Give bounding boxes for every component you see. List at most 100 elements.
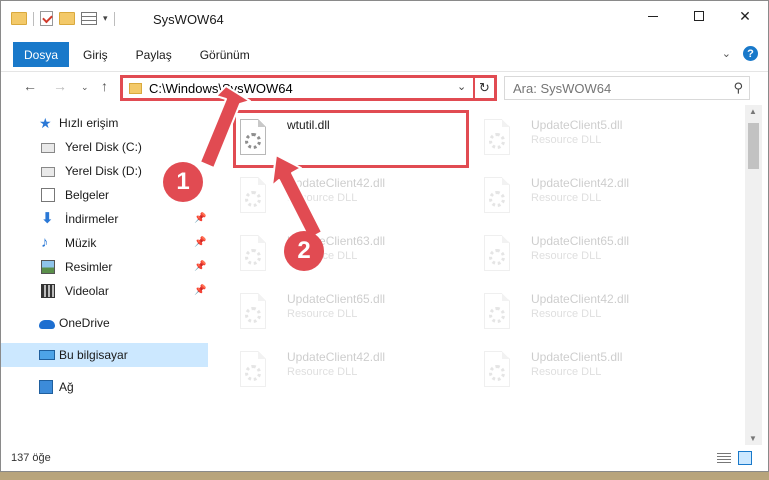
dll-file-icon bbox=[237, 177, 269, 217]
tab-home[interactable]: Giriş bbox=[69, 42, 122, 67]
toolbar-divider bbox=[33, 11, 34, 26]
music-icon: ♪ bbox=[41, 234, 49, 251]
tab-view[interactable]: Görünüm bbox=[186, 42, 264, 67]
tab-share[interactable]: Paylaş bbox=[122, 42, 186, 67]
recent-locations-chevron-icon[interactable]: ⌄ bbox=[81, 82, 89, 93]
help-icon[interactable]: ? bbox=[743, 46, 758, 61]
dll-file-icon bbox=[237, 235, 269, 275]
maximize-icon bbox=[694, 11, 704, 21]
videos-icon bbox=[41, 284, 55, 298]
list-item[interactable]: UpdateClient65.dll Resource DLL bbox=[481, 229, 711, 279]
customize-toolbar-chevron-icon[interactable]: ▾ bbox=[103, 13, 108, 24]
sidebar-item-pictures[interactable]: Resimler 📌 bbox=[1, 255, 208, 279]
search-icon[interactable]: ⚲ bbox=[733, 80, 743, 96]
dll-file-icon bbox=[481, 293, 513, 333]
title-bar: ▾ SysWOW64 ✕ bbox=[1, 1, 768, 39]
properties-icon[interactable] bbox=[81, 12, 97, 25]
list-item[interactable]: UpdateClient42.dll Resource DLL bbox=[237, 171, 467, 221]
expand-ribbon-chevron-icon[interactable]: ⌄ bbox=[722, 47, 731, 60]
sidebar-item-local-disk-c[interactable]: Yerel Disk (C:) bbox=[1, 135, 208, 159]
file-type: Resource DLL bbox=[531, 134, 602, 146]
list-item[interactable]: UpdateClient63.dll Resource DLL bbox=[237, 229, 467, 279]
file-name: UpdateClient42.dll bbox=[531, 176, 630, 190]
file-name: UpdateClient5.dll bbox=[531, 118, 623, 132]
new-folder-icon[interactable] bbox=[59, 12, 75, 25]
file-list: wtutil.dll UpdateClient5.dll Resource DL… bbox=[209, 105, 745, 445]
sidebar-item-downloads[interactable]: ⬇ İndirmeler 📌 bbox=[1, 207, 208, 231]
sidebar-item-label: Bu bilgisayar bbox=[59, 348, 128, 362]
address-dropdown-chevron-icon[interactable]: ⌄ bbox=[457, 80, 466, 93]
file-name: UpdateClient42.dll bbox=[287, 176, 386, 190]
dll-file-icon bbox=[237, 293, 269, 333]
sidebar-item-this-pc[interactable]: Bu bilgisayar bbox=[1, 343, 208, 367]
refresh-icon[interactable]: ↻ bbox=[473, 75, 494, 101]
dll-file-icon bbox=[481, 235, 513, 275]
explorer-window: ▾ SysWOW64 ✕ Dosya Giriş Paylaş Görünüm … bbox=[0, 0, 769, 472]
list-item[interactable]: UpdateClient5.dll Resource DLL bbox=[481, 113, 711, 163]
file-type: Resource DLL bbox=[287, 308, 358, 320]
up-arrow-icon[interactable]: ↑ bbox=[101, 78, 108, 94]
close-icon: ✕ bbox=[739, 7, 751, 24]
sidebar-item-quick-access[interactable]: ★ Hızlı erişim bbox=[1, 111, 208, 135]
details-view-icon[interactable] bbox=[717, 453, 731, 464]
list-item[interactable]: UpdateClient42.dll Resource DLL bbox=[237, 345, 467, 395]
ribbon-tabs: Dosya Giriş Paylaş Görünüm ⌄ ? bbox=[1, 42, 768, 67]
sidebar-item-network[interactable]: Ağ bbox=[1, 375, 208, 399]
search-box[interactable]: ⚲ bbox=[504, 76, 750, 100]
folder-icon bbox=[11, 12, 27, 25]
properties-check-icon[interactable] bbox=[40, 11, 53, 26]
file-name: UpdateClient42.dll bbox=[287, 350, 386, 364]
large-icons-view-icon[interactable] bbox=[738, 451, 752, 465]
list-item[interactable]: UpdateClient5.dll Resource DLL bbox=[481, 345, 711, 395]
vertical-scrollbar[interactable]: ▲ ▼ bbox=[745, 105, 762, 445]
file-type: Resource DLL bbox=[287, 366, 358, 378]
tab-file[interactable]: Dosya bbox=[13, 42, 69, 67]
callout-step-1: 1 bbox=[163, 162, 203, 202]
sidebar-item-music[interactable]: ♪ Müzik 📌 bbox=[1, 231, 208, 255]
status-bar: 137 öğe bbox=[1, 445, 768, 471]
callout-step-2: 2 bbox=[284, 231, 324, 271]
scroll-up-icon[interactable]: ▲ bbox=[749, 107, 757, 116]
file-type: Resource DLL bbox=[531, 366, 602, 378]
forward-arrow-icon[interactable]: → bbox=[53, 78, 67, 94]
navigation-bar: ← → ⌄ ↑ C:\Windows\SysWOW64 ⌄ ↻ ⚲ bbox=[1, 71, 768, 103]
search-input[interactable] bbox=[505, 77, 715, 99]
window-title: SysWOW64 bbox=[153, 12, 224, 27]
file-name: UpdateClient5.dll bbox=[531, 350, 623, 364]
file-type: Resource DLL bbox=[287, 192, 358, 204]
navigation-pane: ★ Hızlı erişim Yerel Disk (C:) Yerel Dis… bbox=[1, 105, 208, 445]
minimize-icon bbox=[648, 15, 658, 17]
pin-icon[interactable]: 📌 bbox=[194, 261, 206, 272]
scroll-down-icon[interactable]: ▼ bbox=[749, 434, 757, 443]
sidebar-item-label: İndirmeler bbox=[65, 212, 119, 226]
pin-icon[interactable]: 📌 bbox=[194, 237, 206, 248]
file-type: Resource DLL bbox=[531, 192, 602, 204]
list-item[interactable]: UpdateClient65.dll Resource DLL bbox=[237, 287, 467, 337]
address-bar[interactable]: C:\Windows\SysWOW64 ⌄ ↻ bbox=[120, 75, 497, 101]
quick-access-toolbar: ▾ bbox=[11, 11, 115, 26]
folder-icon bbox=[129, 83, 142, 94]
file-highlight-box bbox=[233, 110, 469, 168]
dll-file-icon bbox=[481, 119, 513, 159]
sidebar-item-onedrive[interactable]: OneDrive bbox=[1, 311, 208, 335]
address-path[interactable]: C:\Windows\SysWOW64 bbox=[149, 81, 293, 96]
pin-icon[interactable]: 📌 bbox=[194, 285, 206, 296]
back-arrow-icon[interactable]: ← bbox=[23, 78, 37, 94]
sidebar-item-label: Hızlı erişim bbox=[59, 116, 119, 130]
pictures-icon bbox=[41, 260, 55, 274]
file-name: UpdateClient65.dll bbox=[531, 234, 630, 248]
file-type: Resource DLL bbox=[531, 250, 602, 262]
dll-file-icon bbox=[481, 351, 513, 391]
sidebar-item-label: Resimler bbox=[65, 260, 113, 274]
minimize-button[interactable] bbox=[630, 1, 676, 31]
sidebar-item-videos[interactable]: Videolar 📌 bbox=[1, 279, 208, 303]
dll-file-icon bbox=[237, 351, 269, 391]
sidebar-item-label: Videolar bbox=[65, 284, 109, 298]
list-item[interactable]: UpdateClient42.dll Resource DLL bbox=[481, 171, 711, 221]
scroll-thumb[interactable] bbox=[748, 123, 759, 169]
list-item[interactable]: UpdateClient42.dll Resource DLL bbox=[481, 287, 711, 337]
network-icon bbox=[39, 380, 53, 394]
pin-icon[interactable]: 📌 bbox=[194, 213, 206, 224]
maximize-button[interactable] bbox=[676, 1, 722, 31]
close-button[interactable]: ✕ bbox=[722, 1, 768, 31]
